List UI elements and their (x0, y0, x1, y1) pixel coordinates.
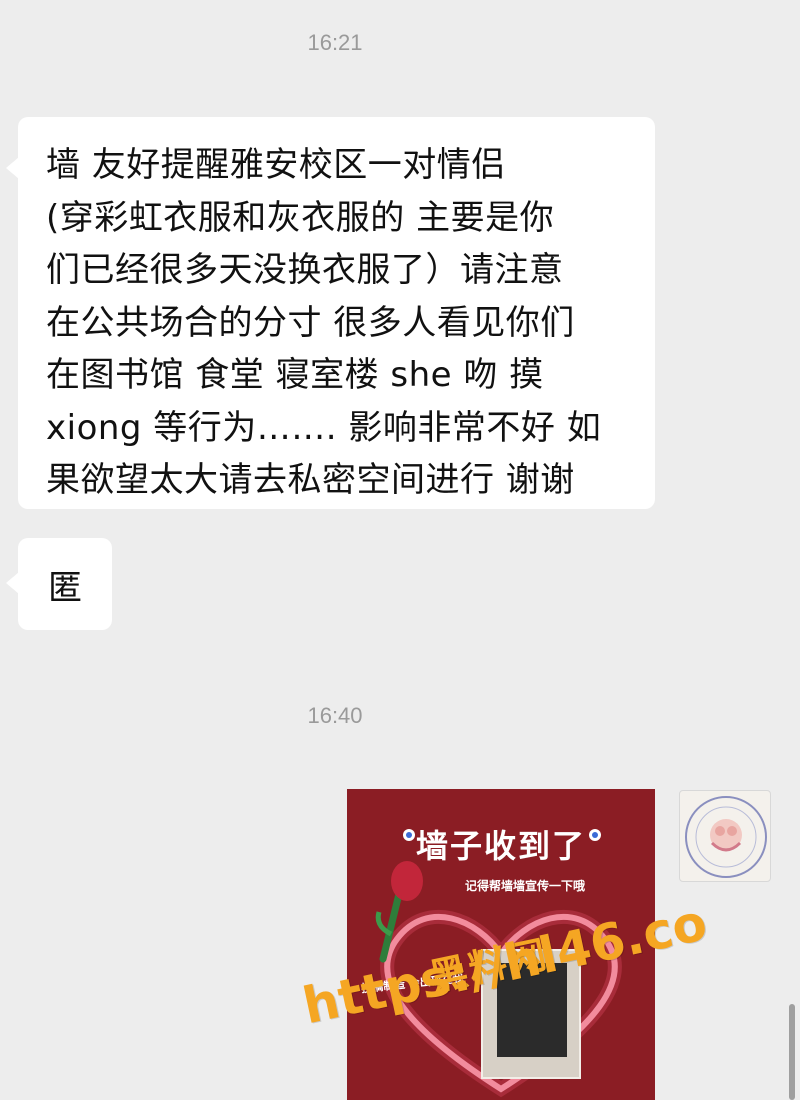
timestamp: 16:40 (307, 703, 363, 728)
school-seal-icon (685, 796, 767, 878)
message-line: (穿彩虹衣服和灰衣服的 主要是你 (46, 197, 555, 238)
message-bubble-anonymous[interactable]: 匿 (6, 538, 112, 630)
message-line: 墙 友好提醒雅安校区一对情侣 (46, 145, 506, 185)
avatar[interactable] (679, 790, 771, 882)
message-text: 匿 (48, 567, 82, 608)
image-title: 墙子收到了 (415, 827, 586, 865)
timestamp: 16:21 (307, 30, 363, 55)
message-line: 们已经很多天没换衣服了）请注意 (46, 250, 564, 290)
photo (497, 963, 567, 1057)
message-bubble[interactable]: 墙 友好提醒雅安校区一对情侣 (穿彩虹衣服和灰衣服的 主要是你 们已经很多天没换… (6, 117, 655, 509)
image-subtitle: 记得帮墙墙宣传一下哦 (465, 879, 586, 893)
photo-card (481, 949, 581, 1079)
message-line: xiong 等行为……. 影响非常不好 如 (46, 407, 602, 448)
message-line: 在公共场合的分寸 很多人看见你们 (46, 302, 575, 343)
message-line: 在图书馆 食堂 寝室楼 she 吻 摸 (46, 355, 544, 395)
image-message[interactable]: 墙子收到了 记得帮墙墙宣传一下哦 投稿制造 会出现在我 (347, 789, 655, 1100)
scrollbar[interactable] (789, 1004, 795, 1100)
message-line: 果欲望太大请去私密空间进行 谢谢 (46, 460, 575, 500)
